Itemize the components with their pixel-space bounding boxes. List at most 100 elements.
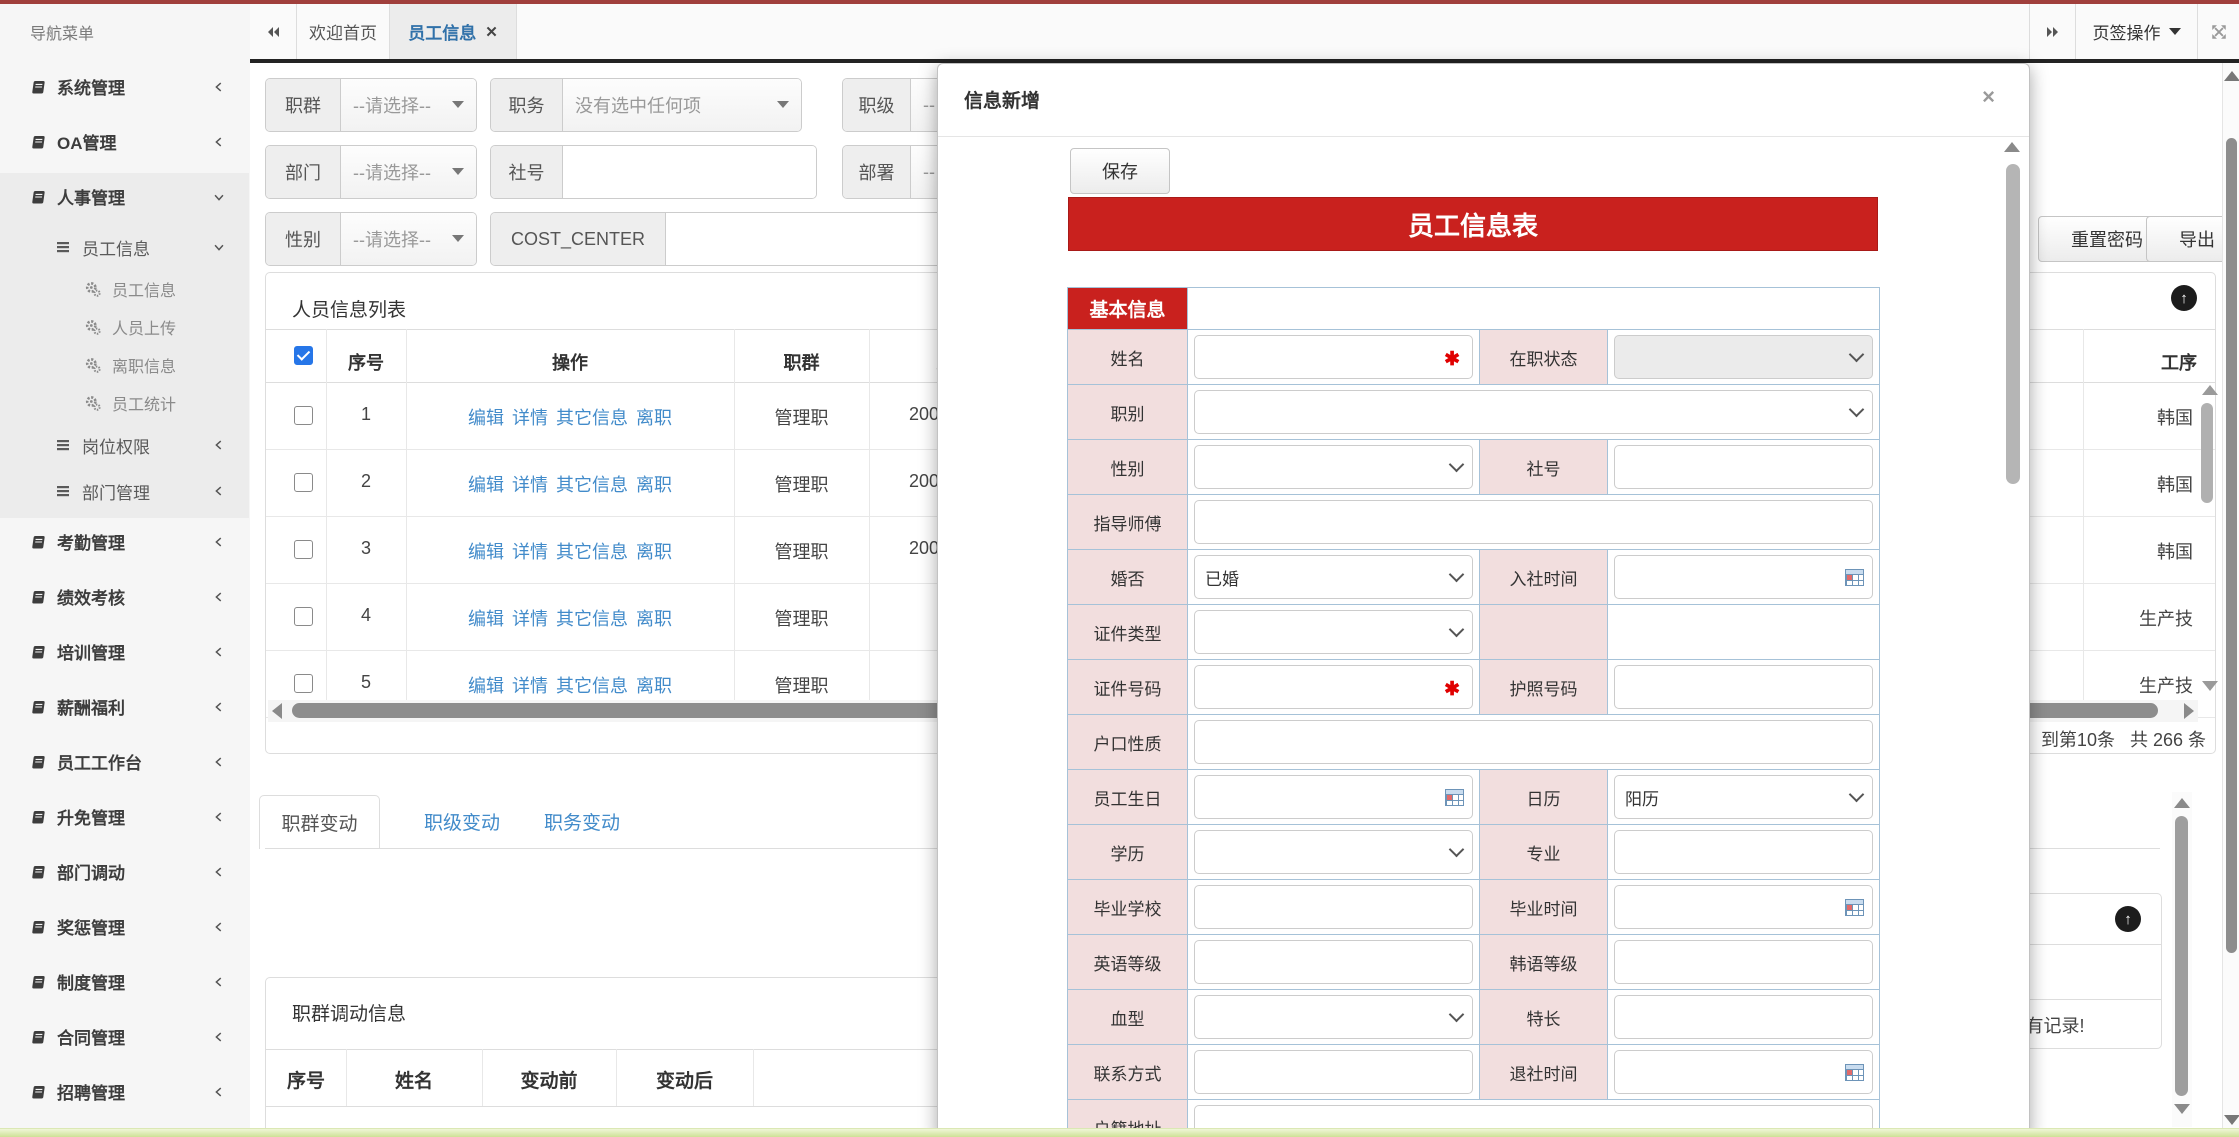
section-scrollbar[interactable] — [2172, 792, 2192, 1127]
row-action-link[interactable]: 编辑 — [468, 475, 504, 495]
sidebar-item-0[interactable]: 系统管理 — [0, 59, 250, 114]
row-action-link[interactable]: 详情 — [512, 542, 548, 562]
section-scroll-down-icon[interactable] — [2174, 1104, 2190, 1114]
row-action-link[interactable]: 编辑 — [468, 609, 504, 629]
text-input[interactable] — [1614, 665, 1873, 709]
sidebar-item-9[interactable]: 部门管理 — [0, 468, 250, 514]
section-scrollbar-thumb[interactable] — [2175, 816, 2188, 1096]
scroll-right-icon[interactable] — [2184, 703, 2194, 719]
export-button[interactable]: 导出 — [2146, 216, 2222, 262]
sidebar-item-12[interactable]: 培训管理 — [0, 624, 250, 679]
sidebar-item-4[interactable]: 员工信息 — [0, 270, 250, 308]
modal-scroll-up-icon[interactable] — [2004, 142, 2020, 152]
text-input[interactable] — [1194, 1050, 1473, 1094]
row-action-link[interactable]: 编辑 — [468, 408, 504, 428]
sidebar-item-17[interactable]: 奖惩管理 — [0, 899, 250, 954]
sidebar-item-19[interactable]: 合同管理 — [0, 1009, 250, 1064]
text-input[interactable] — [1194, 940, 1473, 984]
collapse-panel-icon[interactable]: ↑ — [2171, 285, 2197, 311]
filter-select[interactable]: --请选择-- — [341, 79, 476, 131]
text-input[interactable] — [1614, 940, 1873, 984]
row-action-link[interactable]: 编辑 — [468, 676, 504, 696]
row-action-link[interactable]: 详情 — [512, 475, 548, 495]
calendar-icon[interactable] — [1845, 899, 1864, 916]
text-input[interactable]: ✱ — [1194, 665, 1473, 709]
tab-operations-dropdown[interactable]: 页签操作 — [2076, 4, 2197, 59]
select-all-checkbox[interactable] — [294, 346, 313, 365]
row-action-link[interactable]: 其它信息 — [556, 408, 628, 428]
row-action-link[interactable]: 离职 — [636, 475, 672, 495]
filter-select[interactable]: --请选择-- — [341, 213, 476, 265]
close-icon[interactable]: × — [1982, 84, 1995, 110]
text-input[interactable] — [1194, 500, 1873, 544]
page-scrollbar[interactable] — [2222, 63, 2239, 1137]
date-input[interactable] — [1614, 555, 1873, 599]
row-checkbox[interactable] — [294, 674, 313, 693]
table-scroll-up-icon[interactable] — [2202, 385, 2218, 395]
page-scroll-down-icon[interactable] — [2224, 1115, 2239, 1125]
row-action-link[interactable]: 详情 — [512, 676, 548, 696]
calendar-icon[interactable] — [1845, 569, 1864, 586]
select-input[interactable] — [1194, 610, 1473, 654]
scroll-left-icon[interactable] — [272, 703, 282, 719]
text-input[interactable] — [1614, 445, 1873, 489]
tab-employee-info[interactable]: 员工信息 ✕ — [390, 4, 516, 59]
text-input[interactable]: ✱ — [1194, 335, 1473, 379]
date-input[interactable] — [1614, 1050, 1873, 1094]
filter-input[interactable] — [563, 146, 816, 198]
sidebar-item-3[interactable]: 员工信息 — [0, 224, 250, 270]
save-button[interactable]: 保存 — [1070, 148, 1170, 194]
text-input[interactable] — [1614, 830, 1873, 874]
modal-scrollbar-thumb[interactable] — [2006, 164, 2020, 484]
row-action-link[interactable]: 编辑 — [468, 542, 504, 562]
row-action-link[interactable]: 离职 — [636, 676, 672, 696]
row-action-link[interactable]: 其它信息 — [556, 676, 628, 696]
sidebar-item-6[interactable]: 离职信息 — [0, 346, 250, 384]
filter-select[interactable]: --请选择-- — [341, 146, 476, 198]
tab-home[interactable]: 欢迎首页 — [297, 4, 389, 59]
scroll-tabs-left-button[interactable] — [250, 4, 296, 59]
sidebar-item-8[interactable]: 岗位权限 — [0, 422, 250, 468]
tab-close-icon[interactable]: ✕ — [485, 23, 498, 41]
sidebar-item-20[interactable]: 招聘管理 — [0, 1064, 250, 1119]
sidebar-item-11[interactable]: 绩效考核 — [0, 569, 250, 624]
select-input[interactable] — [1194, 390, 1873, 434]
select-input[interactable] — [1194, 830, 1473, 874]
sidebar-item-13[interactable]: 薪酬福利 — [0, 679, 250, 734]
row-action-link[interactable]: 其它信息 — [556, 609, 628, 629]
select-input[interactable]: 阳历 — [1614, 775, 1873, 819]
section-scroll-up-icon[interactable] — [2174, 798, 2190, 808]
sidebar-item-18[interactable]: 制度管理 — [0, 954, 250, 1009]
date-input[interactable] — [1194, 775, 1473, 819]
calendar-icon[interactable] — [1445, 789, 1464, 806]
row-action-link[interactable]: 详情 — [512, 609, 548, 629]
fullscreen-toggle-button[interactable] — [2198, 4, 2239, 59]
row-checkbox[interactable] — [294, 473, 313, 492]
row-action-link[interactable]: 其它信息 — [556, 475, 628, 495]
select-input[interactable] — [1194, 995, 1473, 1039]
page-scroll-up-icon[interactable] — [2224, 71, 2239, 81]
collapse-panel-icon[interactable]: ↑ — [2115, 906, 2141, 932]
table-scroll-down-icon[interactable] — [2202, 681, 2218, 691]
select-input[interactable] — [1614, 335, 1873, 379]
select-input[interactable] — [1194, 445, 1473, 489]
row-action-link[interactable]: 离职 — [636, 408, 672, 428]
select-input[interactable]: 已婚 — [1194, 555, 1473, 599]
sidebar-item-7[interactable]: 员工统计 — [0, 384, 250, 422]
bottom-tab-2[interactable]: 职务变动 — [507, 795, 657, 848]
row-action-link[interactable]: 离职 — [636, 542, 672, 562]
sidebar-item-1[interactable]: OA管理 — [0, 114, 250, 169]
sidebar-item-14[interactable]: 员工工作台 — [0, 734, 250, 789]
sidebar-item-10[interactable]: 考勤管理 — [0, 514, 250, 569]
page-scrollbar-thumb[interactable] — [2226, 138, 2237, 953]
sidebar-item-5[interactable]: 人员上传 — [0, 308, 250, 346]
filter-select[interactable]: 没有选中任何项 — [563, 79, 801, 131]
row-checkbox[interactable] — [294, 540, 313, 559]
text-input[interactable] — [1194, 720, 1873, 764]
scroll-tabs-right-button[interactable] — [2030, 4, 2075, 59]
sidebar-item-15[interactable]: 升免管理 — [0, 789, 250, 844]
row-checkbox[interactable] — [294, 607, 313, 626]
calendar-icon[interactable] — [1845, 1064, 1864, 1081]
row-action-link[interactable]: 详情 — [512, 408, 548, 428]
sidebar-item-16[interactable]: 部门调动 — [0, 844, 250, 899]
